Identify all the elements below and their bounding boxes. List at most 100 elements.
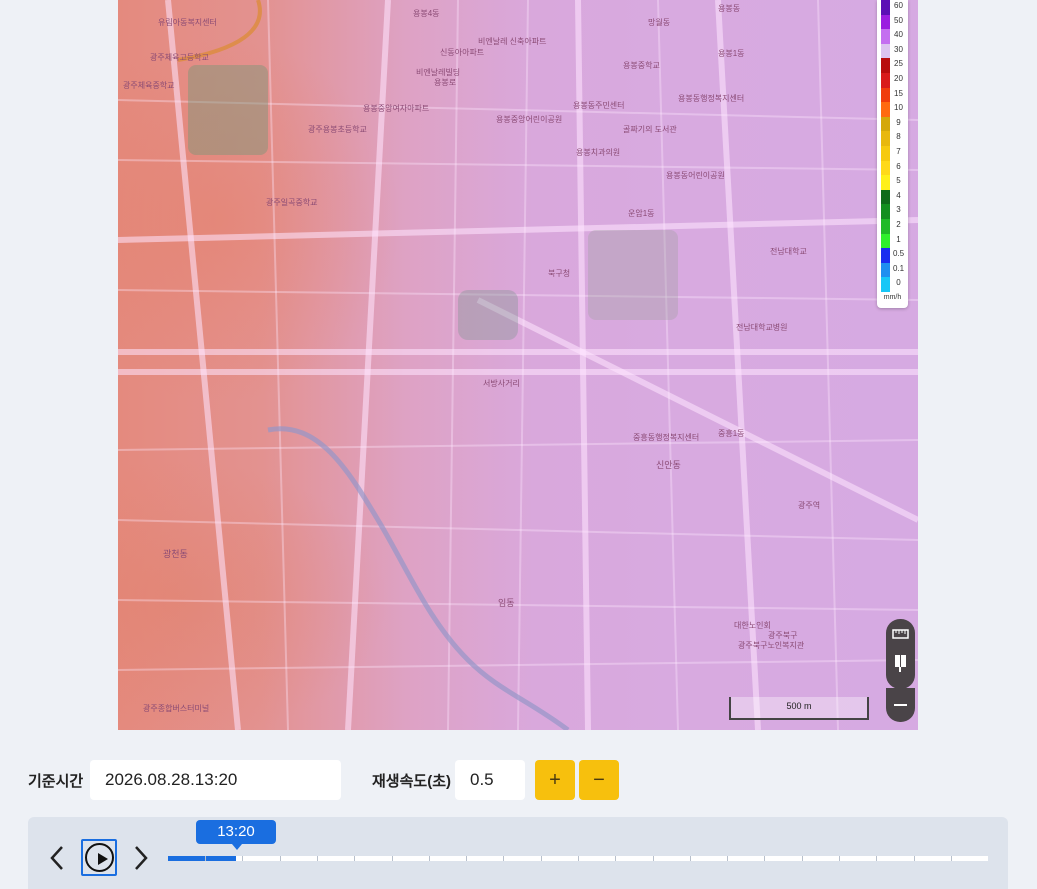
speed-decrease-button[interactable]: − bbox=[579, 760, 619, 800]
legend-swatch bbox=[881, 175, 890, 190]
map-label: 대한노인회 bbox=[734, 621, 771, 630]
legend-item: 40 bbox=[881, 29, 905, 44]
legend-label: 20 bbox=[894, 74, 903, 83]
map-label: 골짜기의 도서관 bbox=[623, 125, 677, 134]
legend-label: 40 bbox=[894, 30, 903, 40]
map-label: 신동아아파트 bbox=[440, 48, 485, 57]
map-label: 용봉동행정복지센터 bbox=[678, 94, 745, 103]
map-label: 망월동 bbox=[648, 18, 671, 27]
legend-swatch bbox=[881, 131, 890, 146]
map-streets bbox=[118, 0, 918, 730]
legend-label: 1 bbox=[896, 234, 901, 244]
legend-item: 3 bbox=[881, 204, 905, 219]
map-label: 용봉중학교 bbox=[623, 61, 660, 70]
timeline-tick bbox=[690, 856, 691, 861]
timeline-tick bbox=[466, 856, 467, 861]
play-button[interactable] bbox=[81, 839, 117, 876]
layers-icon[interactable] bbox=[890, 651, 911, 673]
rain-radar-map[interactable]: 유림아동복지센터 용봉4동 용봉동 망월동 광주체육고등학교 광주체육중학교 신… bbox=[118, 0, 918, 730]
map-label: 광천동 bbox=[163, 549, 188, 559]
legend-swatch bbox=[881, 146, 890, 161]
legend-label: 0 bbox=[896, 278, 901, 288]
map-tool-group bbox=[886, 619, 915, 689]
map-label: 신안동 bbox=[656, 460, 681, 470]
map-label: 광주북구노인복지관 bbox=[738, 641, 805, 650]
map-label: 임동 bbox=[498, 598, 515, 608]
timeline-tick bbox=[354, 856, 355, 861]
legend-swatch bbox=[881, 262, 890, 278]
next-frame-button[interactable] bbox=[128, 842, 156, 874]
map-label: 서방사거리 bbox=[483, 379, 520, 388]
legend-item: 7 bbox=[881, 146, 905, 161]
scale-label: 500 m bbox=[786, 701, 812, 711]
legend-label: 7 bbox=[896, 147, 901, 156]
ruler-icon[interactable] bbox=[890, 623, 911, 645]
timeline-tick bbox=[727, 856, 728, 861]
timeline-tick bbox=[653, 856, 654, 861]
timeline-progress bbox=[168, 856, 237, 861]
legend-item: 0.5 bbox=[881, 248, 905, 263]
legend-label: 15 bbox=[894, 88, 903, 98]
chevron-left-icon bbox=[50, 846, 63, 870]
map-label: 중흥동행정복지센터 bbox=[633, 433, 700, 442]
zoom-out-icon[interactable] bbox=[890, 694, 911, 716]
legend-label: 0.1 bbox=[892, 263, 905, 273]
timeline-tick bbox=[951, 856, 952, 861]
legend-item: 8 bbox=[881, 131, 905, 146]
legend-item: 6 bbox=[881, 160, 905, 176]
legend-swatch bbox=[881, 14, 890, 30]
legend-item: 1 bbox=[881, 233, 905, 249]
legend-swatch bbox=[881, 58, 890, 73]
speed-field[interactable]: 0.5 bbox=[455, 760, 525, 800]
legend-item: 30 bbox=[881, 43, 905, 59]
map-label: 용봉중앙여자아파트 bbox=[363, 104, 430, 113]
timeline-tick bbox=[317, 856, 318, 861]
map-label: 용봉중앙어린이공원 bbox=[496, 115, 563, 124]
legend-label: 2 bbox=[896, 220, 901, 229]
map-label: 광주체육고등학교 bbox=[150, 53, 209, 62]
legend-label: 4 bbox=[896, 190, 901, 200]
rainfall-legend: 60 50 40 30 25 20 15 10 9 8 7 6 5 4 3 2 1 0.5 0.1 0 mm/h bbox=[877, 0, 908, 308]
map-label: 전남대학교 bbox=[770, 247, 807, 256]
legend-item: 4 bbox=[881, 189, 905, 205]
map-label: 중흥1동 bbox=[718, 429, 745, 438]
legend-swatch bbox=[881, 233, 890, 249]
map-label: 용봉동주민센터 bbox=[573, 101, 625, 110]
map-label: 용봉로 bbox=[434, 78, 457, 87]
legend-item: 25 bbox=[881, 58, 905, 73]
legend-label: 3 bbox=[896, 205, 901, 215]
map-label: 광주일곡중학교 bbox=[266, 198, 318, 207]
timeline-tick bbox=[392, 856, 393, 861]
legend-swatch bbox=[881, 219, 890, 234]
legend-item: 0 bbox=[881, 277, 905, 292]
map-label: 유림아동복지센터 bbox=[158, 18, 217, 27]
timeline-tick bbox=[242, 856, 243, 861]
timeline-tick bbox=[280, 856, 281, 861]
legend-label: 0.5 bbox=[892, 249, 905, 259]
prev-frame-button[interactable] bbox=[44, 842, 72, 874]
base-time-field[interactable]: 2026.08.28.13:20 bbox=[90, 760, 341, 800]
current-time-bubble[interactable]: 13:20 bbox=[196, 820, 276, 850]
chevron-right-icon bbox=[135, 846, 148, 870]
timeline-tick bbox=[541, 856, 542, 861]
map-label: 비엔날레 신축아파트 bbox=[478, 37, 547, 46]
timeline-tick bbox=[503, 856, 504, 861]
legend-swatch bbox=[881, 189, 890, 205]
speed-increase-button[interactable]: + bbox=[535, 760, 575, 800]
legend-item: 15 bbox=[881, 87, 905, 103]
legend-label: 30 bbox=[894, 44, 903, 54]
map-label: 용봉치과의원 bbox=[576, 148, 621, 157]
map-label: 전남대학교병원 bbox=[736, 323, 788, 332]
map-label: 용봉동 bbox=[718, 4, 741, 13]
legend-label: 5 bbox=[896, 176, 901, 186]
legend-item: 50 bbox=[881, 14, 905, 30]
legend-unit: mm/h bbox=[883, 294, 902, 301]
legend-item: 60 bbox=[881, 0, 905, 15]
map-label: 용봉4동 bbox=[413, 9, 440, 18]
legend-label: 50 bbox=[894, 15, 903, 25]
map-label: 광주역 bbox=[798, 501, 821, 510]
legend-swatch bbox=[881, 160, 890, 176]
timeline-tick bbox=[578, 856, 579, 861]
timeline-tick bbox=[205, 856, 206, 861]
legend-label: 10 bbox=[894, 103, 903, 113]
